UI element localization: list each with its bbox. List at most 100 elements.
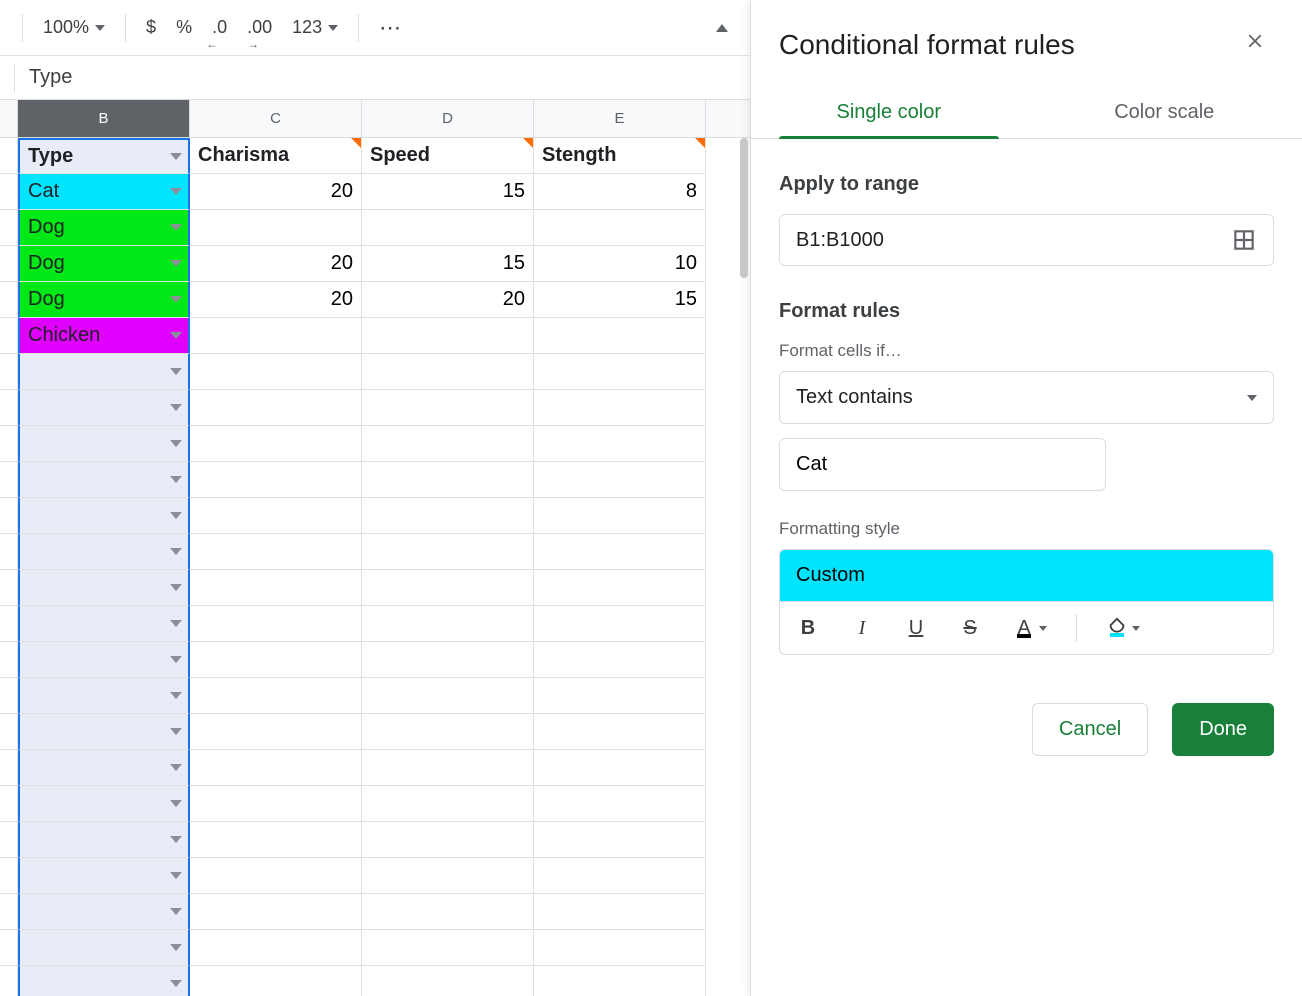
- cell-empty[interactable]: [362, 894, 534, 930]
- cell-c[interactable]: [190, 210, 362, 246]
- dropdown-icon[interactable]: [170, 368, 182, 375]
- dropdown-icon[interactable]: [170, 548, 182, 555]
- cell-empty[interactable]: [534, 570, 706, 606]
- cell-empty[interactable]: [362, 858, 534, 894]
- dropdown-icon[interactable]: [170, 188, 182, 195]
- cell-empty-b[interactable]: [18, 714, 190, 750]
- cell-empty-b[interactable]: [18, 426, 190, 462]
- dropdown-icon[interactable]: [170, 224, 182, 231]
- cell-empty[interactable]: [534, 606, 706, 642]
- dropdown-icon[interactable]: [170, 728, 182, 735]
- cell-empty[interactable]: [534, 534, 706, 570]
- range-input[interactable]: B1:B1000: [779, 214, 1274, 266]
- cell-empty[interactable]: [534, 930, 706, 966]
- close-button[interactable]: [1236, 22, 1274, 67]
- cell-empty-b[interactable]: [18, 498, 190, 534]
- cell-empty[interactable]: [190, 534, 362, 570]
- cell-empty-b[interactable]: [18, 786, 190, 822]
- dropdown-icon[interactable]: [170, 764, 182, 771]
- cell-empty[interactable]: [190, 462, 362, 498]
- cell-empty-b[interactable]: [18, 570, 190, 606]
- cell-d[interactable]: [362, 210, 534, 246]
- decrease-decimal-button[interactable]: .0: [204, 11, 235, 45]
- dropdown-icon[interactable]: [170, 296, 182, 303]
- cell-empty[interactable]: [190, 498, 362, 534]
- cell-empty[interactable]: [534, 894, 706, 930]
- cell-empty-b[interactable]: [18, 390, 190, 426]
- cell-E1[interactable]: Stength: [534, 138, 706, 174]
- cell-d[interactable]: 15: [362, 174, 534, 210]
- column-header-E[interactable]: E: [534, 100, 706, 137]
- cell-empty[interactable]: [362, 822, 534, 858]
- cell-empty-b[interactable]: [18, 462, 190, 498]
- cell-empty[interactable]: [362, 426, 534, 462]
- cell-empty[interactable]: [362, 966, 534, 996]
- cell-empty-b[interactable]: [18, 930, 190, 966]
- bold-button[interactable]: B: [790, 610, 826, 646]
- dropdown-icon[interactable]: [170, 584, 182, 591]
- cell-empty-b[interactable]: [18, 606, 190, 642]
- dropdown-icon[interactable]: [170, 800, 182, 807]
- dropdown-icon[interactable]: [170, 476, 182, 483]
- cell-empty[interactable]: [362, 678, 534, 714]
- underline-button[interactable]: U: [898, 610, 934, 646]
- column-header-C[interactable]: C: [190, 100, 362, 137]
- cell-empty[interactable]: [362, 498, 534, 534]
- cell-c[interactable]: [190, 318, 362, 354]
- cell-empty-b[interactable]: [18, 894, 190, 930]
- fill-color-button[interactable]: [1099, 610, 1147, 646]
- cell-empty[interactable]: [534, 858, 706, 894]
- cell-empty[interactable]: [362, 462, 534, 498]
- cell-empty[interactable]: [190, 678, 362, 714]
- cell-empty[interactable]: [190, 606, 362, 642]
- cell-empty[interactable]: [534, 966, 706, 996]
- cell-e[interactable]: 15: [534, 282, 706, 318]
- cell-empty[interactable]: [534, 750, 706, 786]
- cell-empty[interactable]: [190, 894, 362, 930]
- cell-type[interactable]: Chicken: [18, 318, 190, 354]
- cell-empty[interactable]: [534, 426, 706, 462]
- dropdown-icon[interactable]: [170, 692, 182, 699]
- cell-empty[interactable]: [190, 642, 362, 678]
- cell-B1[interactable]: Type: [18, 138, 190, 174]
- cell-empty[interactable]: [534, 822, 706, 858]
- cell-empty[interactable]: [190, 786, 362, 822]
- cell-empty[interactable]: [362, 750, 534, 786]
- cell-e[interactable]: 10: [534, 246, 706, 282]
- cell-empty[interactable]: [362, 930, 534, 966]
- cell-empty[interactable]: [190, 750, 362, 786]
- strikethrough-button[interactable]: S: [952, 610, 988, 646]
- cell-e[interactable]: [534, 210, 706, 246]
- dropdown-icon[interactable]: [170, 944, 182, 951]
- dropdown-icon[interactable]: [170, 908, 182, 915]
- formula-bar[interactable]: Type: [0, 56, 750, 100]
- dropdown-icon[interactable]: [170, 260, 182, 267]
- cell-empty[interactable]: [534, 714, 706, 750]
- cell-empty[interactable]: [534, 678, 706, 714]
- column-header-D[interactable]: D: [362, 100, 534, 137]
- increase-decimal-button[interactable]: .00: [239, 11, 280, 45]
- condition-text-input[interactable]: [779, 438, 1106, 491]
- spreadsheet-grid[interactable]: TypeCharismaSpeedStengthCat20158DogDog20…: [0, 138, 750, 996]
- done-button[interactable]: Done: [1172, 703, 1274, 756]
- dropdown-icon[interactable]: [170, 836, 182, 843]
- cell-empty[interactable]: [190, 930, 362, 966]
- cell-empty-b[interactable]: [18, 822, 190, 858]
- dropdown-icon[interactable]: [170, 620, 182, 627]
- cell-empty[interactable]: [534, 786, 706, 822]
- column-header-B[interactable]: B: [18, 100, 190, 137]
- cell-empty[interactable]: [362, 642, 534, 678]
- cell-empty[interactable]: [190, 966, 362, 996]
- italic-button[interactable]: I: [844, 610, 880, 646]
- cell-empty[interactable]: [190, 822, 362, 858]
- cell-empty-b[interactable]: [18, 534, 190, 570]
- cell-d[interactable]: 15: [362, 246, 534, 282]
- cell-empty[interactable]: [534, 390, 706, 426]
- dropdown-icon[interactable]: [170, 656, 182, 663]
- cell-empty[interactable]: [362, 714, 534, 750]
- cell-type[interactable]: Cat: [18, 174, 190, 210]
- cell-empty[interactable]: [362, 390, 534, 426]
- cell-d[interactable]: [362, 318, 534, 354]
- cell-empty-b[interactable]: [18, 966, 190, 996]
- cell-e[interactable]: [534, 318, 706, 354]
